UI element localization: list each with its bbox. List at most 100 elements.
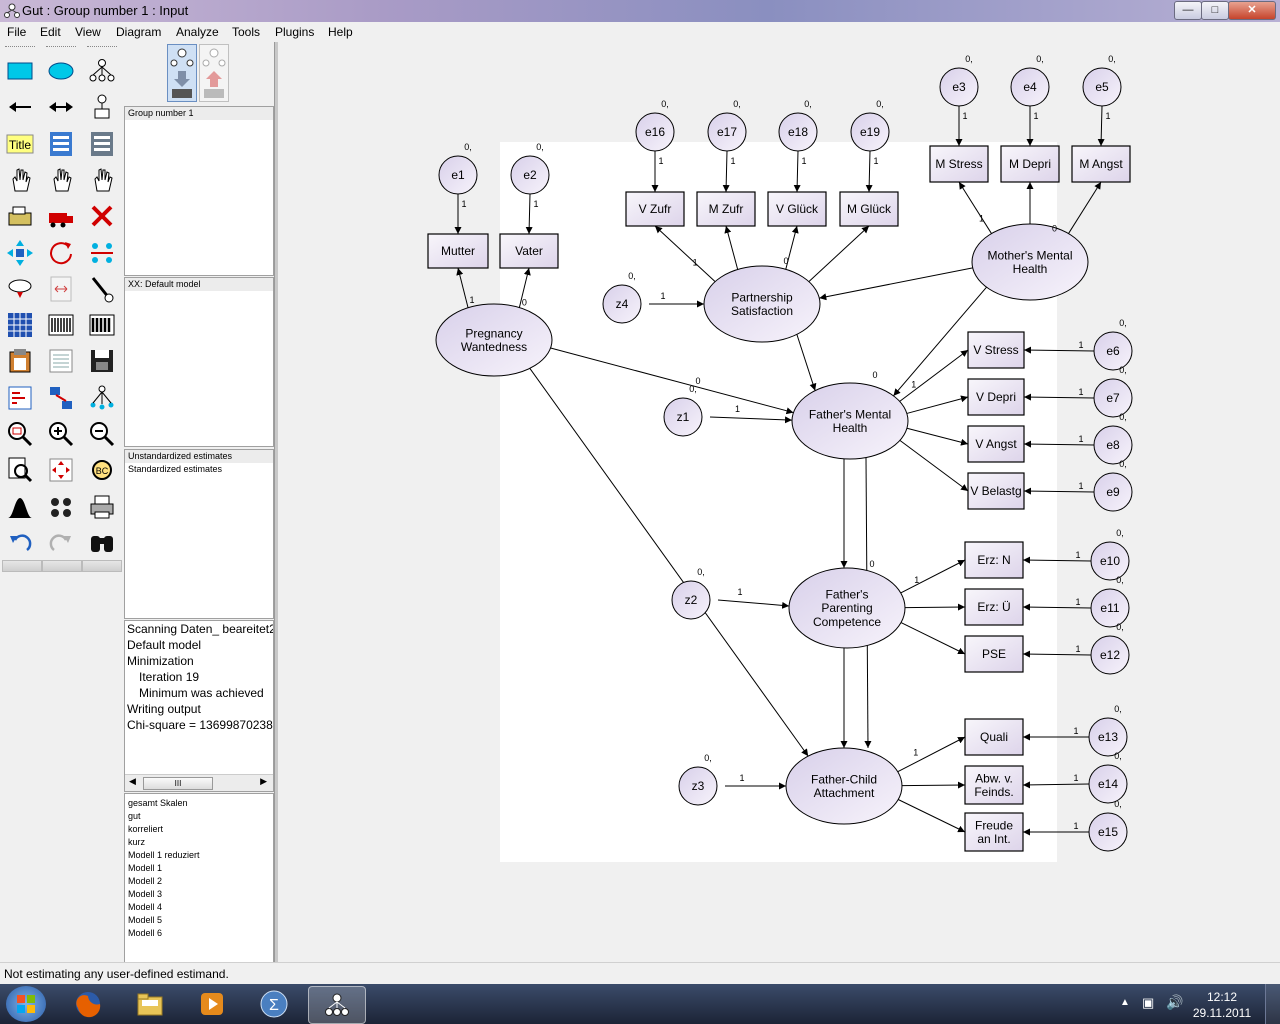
view-output-button[interactable] xyxy=(199,44,229,102)
copy-tool[interactable] xyxy=(5,346,35,376)
drag-properties-tool[interactable] xyxy=(46,383,76,413)
zoom-out-tool[interactable] xyxy=(87,419,117,449)
minimize-button[interactable]: — xyxy=(1174,1,1202,20)
file-list-item[interactable]: Modell 5 xyxy=(125,914,273,927)
move-tool[interactable] xyxy=(46,201,76,231)
file-list-item[interactable]: Modell 1 reduziert xyxy=(125,849,273,862)
duplicate-tool[interactable] xyxy=(5,201,35,231)
clock-date[interactable]: 29.11.2011 xyxy=(1192,1006,1252,1020)
maximize-button[interactable]: □ xyxy=(1201,1,1229,20)
zoom-out-icon xyxy=(90,422,115,447)
select-one-tool[interactable] xyxy=(5,165,35,195)
zoom-page-tool[interactable] xyxy=(5,455,35,485)
taskbar-explorer-button[interactable] xyxy=(122,986,178,1022)
taskbar-firefox-button[interactable] xyxy=(60,986,116,1022)
analysis-properties-icon xyxy=(48,314,74,336)
menu-analyze[interactable]: Analyze xyxy=(176,25,219,39)
menu-diagram[interactable]: Diagram xyxy=(116,25,161,39)
menu-plugins[interactable]: Plugins xyxy=(275,25,314,39)
file-list-item[interactable]: Modell 3 xyxy=(125,888,273,901)
list-data-variables-tool[interactable] xyxy=(87,129,117,159)
horizontal-scrollbar[interactable]: ◀ III ▶ xyxy=(125,774,273,791)
erase-tool[interactable] xyxy=(87,201,117,231)
covariance-tool[interactable] xyxy=(46,92,76,122)
multiple-group-tool[interactable] xyxy=(46,492,76,522)
indicator-path-arrow xyxy=(899,439,969,492)
select-all-tool[interactable] xyxy=(46,165,76,195)
toolbox-expander[interactable] xyxy=(82,560,122,572)
close-button[interactable]: ✕ xyxy=(1228,1,1276,20)
calculate-tool[interactable] xyxy=(87,310,117,340)
menu-view[interactable]: View xyxy=(75,25,101,39)
file-list-item[interactable]: gut xyxy=(125,810,273,823)
clock-time[interactable]: 12:12 xyxy=(1192,990,1252,1004)
toolbox-expander[interactable] xyxy=(42,560,82,572)
rectangle-tool[interactable] xyxy=(5,56,35,86)
menu-tools[interactable]: Tools xyxy=(232,25,260,39)
observed-variable-label: Erz: Ü xyxy=(977,600,1010,614)
menu-help[interactable]: Help xyxy=(328,25,353,39)
path-tool[interactable] xyxy=(5,92,35,122)
scroll-thumb[interactable]: III xyxy=(143,777,213,790)
error-path-arrow xyxy=(722,150,730,193)
search-tool[interactable] xyxy=(87,528,117,558)
error-variable-label: e18 xyxy=(788,125,808,139)
file-list-item[interactable]: Modell 4 xyxy=(125,901,273,914)
taskbar-spss-button[interactable]: Σ xyxy=(246,986,302,1022)
menu-edit[interactable]: Edit xyxy=(40,25,61,39)
scroll-left-arrow[interactable]: ◀ xyxy=(129,776,136,787)
fit-page-tool[interactable] xyxy=(46,455,76,485)
tray-volume-icon[interactable]: 🔊 xyxy=(1166,994,1183,1011)
file-list-item[interactable]: korreliert xyxy=(125,823,273,836)
tray-show-hidden-icon[interactable]: ▲ xyxy=(1120,997,1130,1008)
show-desktop-button[interactable] xyxy=(1265,984,1280,1024)
resize-tool[interactable] xyxy=(5,238,35,268)
indicator-tool[interactable] xyxy=(87,56,117,86)
zoom-area-icon xyxy=(8,422,33,447)
reflect-tool[interactable] xyxy=(87,238,117,268)
view-text-tool[interactable] xyxy=(46,346,76,376)
scroll-right-arrow[interactable]: ▶ xyxy=(260,776,267,787)
multiple-group-icon xyxy=(51,497,71,517)
model-item[interactable]: XX: Default model xyxy=(125,278,273,291)
file-list-item[interactable]: gesamt Skalen xyxy=(125,797,273,810)
unstandardized-estimates-item[interactable]: Unstandardized estimates xyxy=(125,450,273,463)
save-tool[interactable] xyxy=(87,346,117,376)
toolbox-expander[interactable] xyxy=(2,560,42,572)
move-parameter-tool[interactable] xyxy=(5,274,35,304)
title-tool[interactable]: Title xyxy=(5,129,35,159)
view-input-button[interactable] xyxy=(167,44,197,102)
scroll-tool[interactable] xyxy=(46,274,76,304)
start-button[interactable] xyxy=(6,986,46,1022)
zoom-in-tool[interactable] xyxy=(46,419,76,449)
preserve-symmetries-tool[interactable] xyxy=(87,383,117,413)
bayesian-tool[interactable] xyxy=(5,492,35,522)
path-coefficient-label: 1 xyxy=(1073,773,1078,783)
tray-network-icon[interactable]: ▣ xyxy=(1142,995,1154,1011)
taskbar-media-button[interactable] xyxy=(184,986,240,1022)
taskbar-amos-button[interactable] xyxy=(308,986,366,1024)
zoom-area-tool[interactable] xyxy=(5,419,35,449)
loupe-tool[interactable]: BC xyxy=(87,455,117,485)
path-coefficient-label: 1 xyxy=(1105,111,1110,121)
redo-tool[interactable] xyxy=(46,528,76,558)
rotate-tool[interactable] xyxy=(46,238,76,268)
standardized-estimates-item[interactable]: Standardized estimates xyxy=(125,463,273,476)
ellipse-tool[interactable] xyxy=(46,56,76,86)
touch-up-tool[interactable] xyxy=(87,274,117,304)
print-tool[interactable] xyxy=(87,492,117,522)
file-list-item[interactable]: kurz xyxy=(125,836,273,849)
file-list-item[interactable]: Modell 6 xyxy=(125,927,273,940)
deselect-all-tool[interactable] xyxy=(87,165,117,195)
unique-variable-tool[interactable] xyxy=(87,92,117,122)
data-file-tool[interactable] xyxy=(5,310,35,340)
list-variables-tool[interactable] xyxy=(46,129,76,159)
undo-tool[interactable] xyxy=(5,528,35,558)
analysis-properties-tool[interactable] xyxy=(46,310,76,340)
file-list-item[interactable]: Modell 1 xyxy=(125,862,273,875)
object-properties-tool[interactable] xyxy=(5,383,35,413)
file-list-item[interactable]: Modell 2 xyxy=(125,875,273,888)
menu-file[interactable]: File xyxy=(7,25,26,39)
diagram-canvas[interactable]: 1 1 1 1 1 1 1 1 1 1 1 1 1 1 1 1 1 1 1 1 0 1 1 0 1 1 1 0 1 1 1 1 0 0 0 Pregn… xyxy=(278,42,1280,962)
group-item[interactable]: Group number 1 xyxy=(125,107,273,120)
